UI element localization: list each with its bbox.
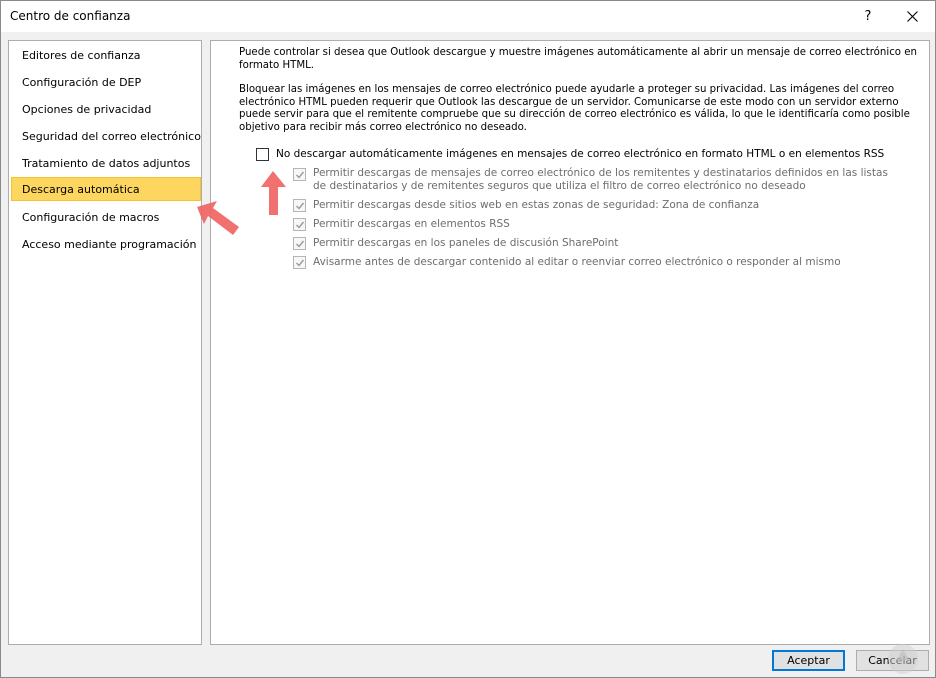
watermark-icon: [888, 644, 918, 674]
sidebar: Editores de confianza Configuración de D…: [8, 40, 202, 645]
allow-rss-label[interactable]: Permitir descargas en elementos RSS: [313, 218, 510, 231]
help-button[interactable]: ?: [853, 1, 883, 32]
checkmark-icon: [296, 240, 305, 248]
close-icon: [907, 11, 918, 22]
accept-button[interactable]: Aceptar: [772, 650, 845, 671]
sidebar-item-programacion[interactable]: Acceso mediante programación: [22, 238, 196, 251]
annotation-arrow-icon: [197, 201, 239, 235]
sidebar-item-editores[interactable]: Editores de confianza: [22, 49, 140, 62]
privacy-note: Bloquear las imágenes en los mensajes de…: [239, 84, 910, 133]
allow-rss-checkbox[interactable]: [293, 218, 306, 231]
warn-before-download-label[interactable]: Avisarme antes de descargar contenido al…: [313, 256, 841, 269]
title-bar: Centro de confianza ?: [1, 1, 935, 32]
allow-safe-senders-label[interactable]: Permitir descargas de mensajes de correo…: [313, 167, 903, 193]
allow-zones-checkbox[interactable]: [293, 199, 306, 212]
intro-text: Puede controlar si desea que Outlook des…: [239, 47, 917, 71]
sidebar-item-dep[interactable]: Configuración de DEP: [22, 76, 141, 89]
checkmark-icon: [296, 171, 305, 179]
checkmark-icon: [296, 202, 305, 210]
sidebar-item-seguridad-correo[interactable]: Seguridad del correo electrónico: [22, 130, 201, 143]
allow-sharepoint-checkbox[interactable]: [293, 237, 306, 250]
sidebar-item-label: Descarga automática: [22, 183, 140, 196]
block-images-checkbox[interactable]: [256, 148, 269, 161]
close-button[interactable]: [898, 1, 928, 32]
allow-safe-senders-checkbox[interactable]: [293, 168, 306, 181]
sidebar-item-datos-adjuntos[interactable]: Tratamiento de datos adjuntos: [22, 157, 190, 170]
dialog-title: Centro de confianza: [10, 9, 131, 23]
allow-sharepoint-label[interactable]: Permitir descargas en los paneles de dis…: [313, 237, 618, 250]
allow-zones-label[interactable]: Permitir descargas desde sitios web en e…: [313, 199, 759, 212]
checkmark-icon: [296, 259, 305, 267]
sidebar-item-privacidad[interactable]: Opciones de privacidad: [22, 103, 151, 116]
sidebar-item-descarga-automatica[interactable]: Descarga automática: [11, 177, 201, 201]
warn-before-download-checkbox[interactable]: [293, 256, 306, 269]
checkmark-icon: [296, 221, 305, 229]
settings-panel: Puede controlar si desea que Outlook des…: [210, 40, 930, 645]
block-images-label[interactable]: No descargar automáticamente imágenes en…: [276, 148, 884, 161]
annotation-arrow-icon: [261, 171, 286, 215]
sidebar-item-macros[interactable]: Configuración de macros: [22, 211, 159, 224]
trust-center-dialog: Centro de confianza ? Editores de confia…: [0, 0, 936, 678]
